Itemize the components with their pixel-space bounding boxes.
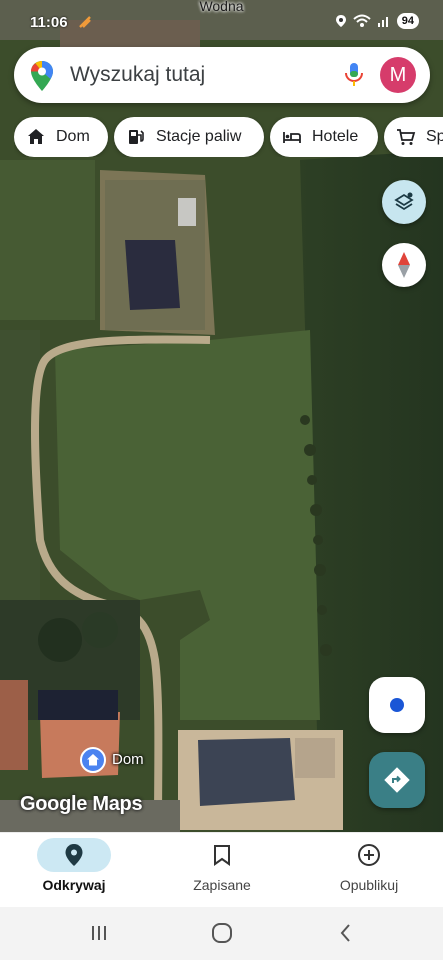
wifi-icon: [353, 14, 371, 27]
layers-button[interactable]: [382, 180, 426, 224]
chip-shopping[interactable]: Sp: [384, 117, 443, 157]
tab-saved-indicator: [185, 838, 259, 872]
status-indicators: 94: [335, 13, 419, 29]
signal-icon: [377, 17, 388, 27]
shopping-cart-icon: [397, 129, 416, 145]
battery-level: 94: [396, 13, 419, 29]
tab-contribute-indicator: [332, 838, 406, 872]
chip-label: Hotele: [312, 128, 359, 145]
layers-icon: [394, 192, 414, 211]
directions-button[interactable]: [369, 752, 425, 808]
chip-gas-stations[interactable]: Stacje paliw: [114, 117, 264, 157]
google-maps-attribution: Google Maps: [20, 793, 143, 815]
status-time: 11:06: [30, 14, 68, 31]
tab-explore[interactable]: Odkrywaj: [0, 833, 148, 908]
bottom-navigation: Odkrywaj Zapisane Opublikuj: [0, 832, 443, 907]
account-avatar[interactable]: M: [380, 57, 416, 93]
chip-label: Dom: [56, 128, 90, 145]
explore-pin-icon: [65, 844, 83, 866]
home-button-icon[interactable]: [210, 921, 234, 945]
tab-contribute[interactable]: Opublikuj: [295, 833, 443, 908]
microphone-icon[interactable]: [342, 61, 366, 89]
gas-station-icon: [129, 130, 144, 144]
bookmark-icon: [214, 845, 230, 866]
search-input[interactable]: Wyszukaj tutaj: [70, 63, 205, 87]
notification-icon: [79, 16, 91, 28]
chip-label: Stacje paliw: [156, 128, 242, 145]
compass-button[interactable]: [382, 243, 426, 287]
home-icon: [87, 754, 99, 766]
tab-label: Odkrywaj: [42, 877, 106, 893]
tab-saved[interactable]: Zapisane: [148, 833, 296, 908]
back-icon[interactable]: [334, 921, 358, 945]
tab-label: Zapisane: [193, 877, 251, 893]
compass-icon: [398, 252, 410, 278]
my-location-button[interactable]: [369, 677, 425, 733]
tab-label: Opublikuj: [339, 877, 399, 893]
home-place-label[interactable]: Dom: [112, 751, 144, 768]
location-icon: [335, 15, 346, 27]
recent-apps-icon[interactable]: [87, 921, 111, 945]
search-bar[interactable]: Wyszukaj tutaj M: [14, 47, 430, 103]
tab-explore-indicator: [37, 838, 111, 872]
chip-label: Sp: [426, 128, 443, 145]
chip-home[interactable]: Dom: [14, 117, 108, 157]
chip-hotels[interactable]: Hotele: [270, 117, 378, 157]
category-chips: Dom Stacje paliw Hotele Sp: [14, 117, 443, 157]
maps-logo-icon: [31, 61, 53, 91]
status-bar: 11:06 94: [0, 0, 443, 40]
home-icon: [28, 129, 44, 144]
directions-icon: [384, 767, 410, 793]
add-circle-icon: [358, 844, 380, 866]
my-location-icon: [390, 698, 404, 712]
system-navigation-bar: [0, 907, 443, 960]
hotel-bed-icon: [283, 132, 301, 143]
home-place-marker[interactable]: [80, 747, 106, 773]
